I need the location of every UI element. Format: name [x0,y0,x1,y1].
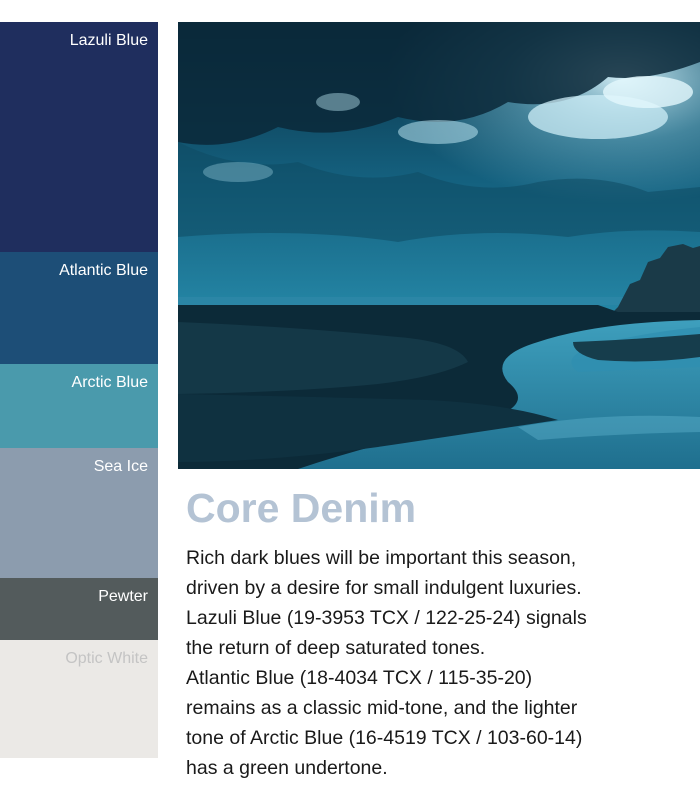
description-line: driven by a desire for small indulgent l… [186,577,582,599]
description-paragraph: Rich dark blues will be important this s… [186,543,691,783]
swatch-label: Lazuli Blue [69,32,148,49]
swatch-sea-ice: Sea Ice [0,448,158,578]
section-title: Core Denim [186,485,417,531]
description-line: remains as a classic mid-tone, and the l… [186,697,578,719]
swatch-label: Optic White [65,650,148,667]
description-line: tone of Arctic Blue (16-4519 TCX / 103-6… [186,727,583,749]
coastal-landscape-photo [178,22,700,469]
description-line: the return of deep saturated tones. [186,637,486,659]
swatch-optic-white: Optic White [0,640,158,758]
swatch-arctic-blue: Arctic Blue [0,364,158,448]
description-line: Lazuli Blue (19-3953 TCX / 122-25-24) si… [186,607,587,629]
description-line: Atlantic Blue (18-4034 TCX / 115-35-20) [186,667,533,689]
swatch-atlantic-blue: Atlantic Blue [0,252,158,364]
description-line: has a green undertone. [186,757,388,779]
swatch-label: Sea Ice [93,458,148,475]
swatch-label: Arctic Blue [71,374,148,391]
swatch-label: Atlantic Blue [59,262,148,279]
swatch-lazuli-blue: Lazuli Blue [0,22,158,252]
swatch-label: Pewter [98,588,148,605]
swatch-pewter: Pewter [0,578,158,640]
color-palette: Lazuli Blue Atlantic Blue Arctic Blue Se… [0,22,158,758]
description-line: Rich dark blues will be important this s… [186,547,577,569]
